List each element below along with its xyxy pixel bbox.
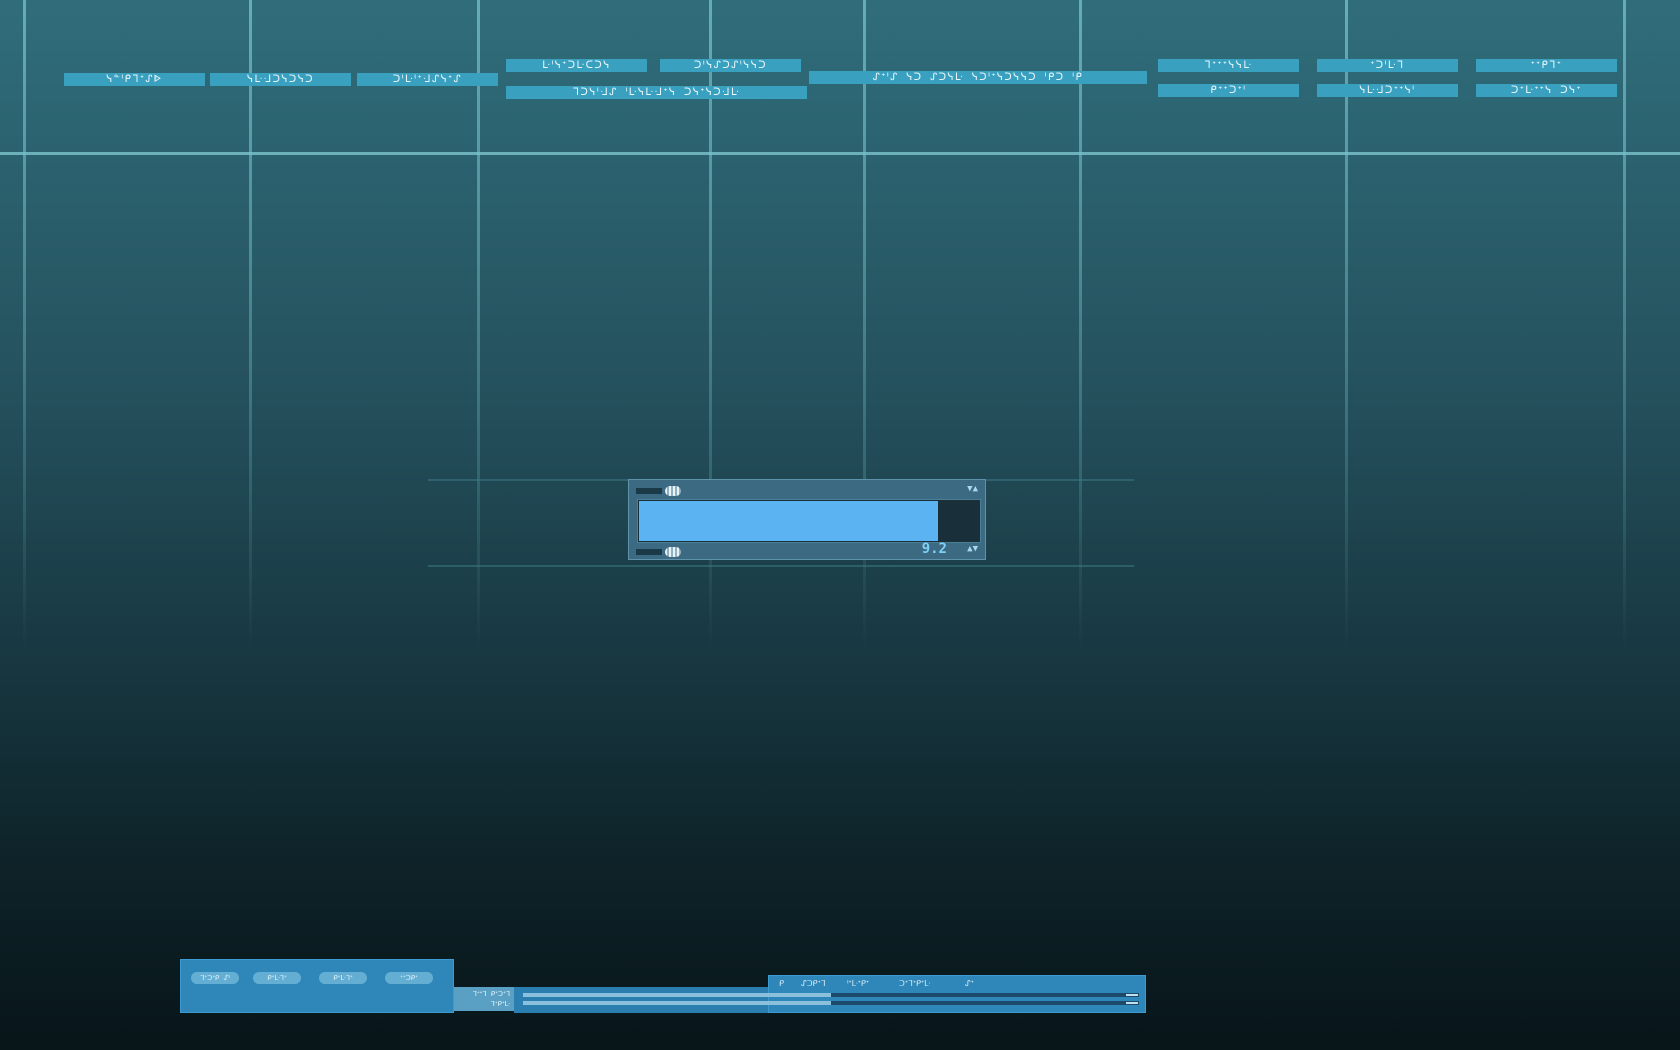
grid-line-vertical bbox=[1079, 0, 1082, 650]
header-label[interactable]: ᓭᒷᒲᑐᓭᑐᓭᑐ bbox=[210, 73, 351, 86]
progress-dialog: ▼▲ 9.2 ▲▼ bbox=[628, 479, 986, 560]
dialog-handle-top[interactable] bbox=[636, 488, 662, 494]
guide-line bbox=[428, 565, 1134, 567]
taskbar-button[interactable]: ᑭᐩᒷᒣᐩ bbox=[253, 972, 301, 984]
dialog-handle-bottom[interactable] bbox=[636, 549, 662, 555]
menu-item[interactable]: ᑊᐩᒷᐩᑭᐩ bbox=[847, 979, 869, 988]
header-label[interactable]: ᒣᐩᐩᐩᓭᓭᒷ bbox=[1158, 59, 1299, 72]
taskbar-slider[interactable] bbox=[523, 993, 1139, 997]
top-arrows-icon[interactable]: ▼▲ bbox=[967, 484, 978, 494]
grid-line-vertical bbox=[1345, 0, 1348, 650]
menu-item[interactable]: ᑐᐩᒣᐩᑭᐩᒷ bbox=[899, 979, 930, 988]
progress-fill bbox=[639, 501, 938, 541]
taskbar-button[interactable]: ᐩᐩᑐᑭᐩ bbox=[385, 972, 433, 984]
header-label[interactable]: ᓭᓐᑊᑭᒣᐩᔑᐈ bbox=[64, 73, 205, 86]
header-label[interactable]: ᐩᐩᑭᒣᐩ bbox=[1476, 59, 1617, 72]
progress-value: 9.2 bbox=[921, 541, 947, 557]
slider-fill bbox=[523, 993, 831, 997]
menu-item[interactable]: ᔑᑐᑭᐩᒣ bbox=[801, 979, 826, 988]
taskbar-slider[interactable] bbox=[523, 1001, 1139, 1005]
menu-item[interactable]: ᑭ bbox=[779, 979, 784, 988]
top-knob-icon[interactable] bbox=[665, 486, 681, 496]
menu-item[interactable]: ᔑᐩ bbox=[965, 979, 974, 988]
bottom-knob-icon[interactable] bbox=[665, 547, 681, 557]
grid-line-vertical bbox=[1623, 0, 1626, 650]
taskbar-button[interactable]: ᒣᐩᑐᐩᑭ ᔑᑊ bbox=[191, 972, 239, 984]
tray-line: ᒣᐩᐩᒣ ᑭᐩᑐᐩᒣ bbox=[472, 990, 510, 998]
grid-line-vertical bbox=[477, 0, 480, 650]
bottom-arrows-icon[interactable]: ▲▼ bbox=[967, 544, 978, 554]
header-label[interactable]: ᔑᐩᑊᔑ ᓭᑐ ᔑᑐᓭᒷ ᓭᑐᑊᐩᓭᑐᓭᓭᑐ ᑊᑭᑐ ᑊᑭ bbox=[809, 71, 1147, 84]
header-label[interactable]: ᑭᐩᐩᑐᐩᑊ bbox=[1158, 84, 1299, 97]
tray-info[interactable]: ᒣᐩᐩᒣ ᑭᐩᑐᐩᒣ ᒣᐩᑭᐩᒷ bbox=[454, 987, 514, 1011]
slider-handle[interactable] bbox=[1126, 994, 1138, 996]
grid-line-vertical bbox=[249, 0, 252, 650]
tray-line: ᒣᐩᑭᐩᒷ bbox=[490, 1000, 510, 1008]
header-label[interactable]: ᓭᒷᒲᑐᐩᐩᓭᑊ bbox=[1317, 84, 1458, 97]
header-label[interactable]: ᒣᑐᓭᑊᒲᔑ ᑊᒷᓭᒷᒲᐩᓭ ᑐᓭᐩᓭᑐᒲᒷ bbox=[506, 86, 807, 99]
grid-line-vertical bbox=[23, 0, 26, 650]
taskbar-button[interactable]: ᑭᐩᒷᒣᐩ bbox=[319, 972, 367, 984]
slider-fill bbox=[523, 1001, 831, 1005]
header-label[interactable]: ᑐᑊᒷᑊᐩᒲᔑᓭᐩᔑ bbox=[357, 73, 498, 86]
header-divider bbox=[0, 152, 1680, 155]
header-label[interactable]: ᒷᑊᓭᐩᑐᒷᑕᑐᓭ bbox=[506, 59, 647, 72]
header-label[interactable]: ᑐᐩᒷᐩᐩᓭ ᑐᓭᐩ bbox=[1476, 84, 1617, 97]
header-label[interactable]: ᑐᑊᓭᔑᑐᔑᑊᓭᓭᑐ bbox=[660, 59, 801, 72]
taskbar-launcher: ᒣᐩᑐᐩᑭ ᔑᑊ ᑭᐩᒷᒣᐩ ᑭᐩᒷᒣᐩ ᐩᐩᑐᑭᐩ bbox=[180, 959, 454, 1013]
slider-handle[interactable] bbox=[1126, 1002, 1138, 1004]
header-label[interactable]: ᐩᑐᑊᒷᒣ bbox=[1317, 59, 1458, 72]
progress-track bbox=[637, 499, 981, 543]
